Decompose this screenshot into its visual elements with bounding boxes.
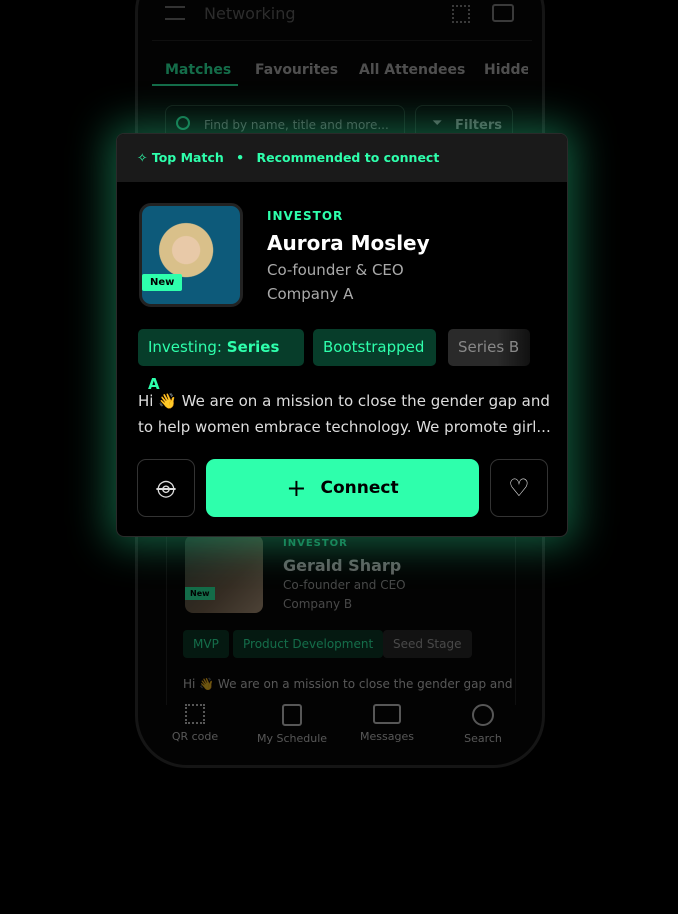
recommended-label: Recommended to connect (256, 150, 440, 165)
connect-button[interactable]: + Connect (206, 459, 479, 517)
card-header: ✧ Top Match • Recommended to connect (117, 134, 567, 182)
messages-icon (373, 704, 401, 724)
attendee-title: Co-founder & CEO (267, 261, 404, 279)
tag: Series B (448, 329, 530, 366)
favourite-button[interactable]: ♡ (490, 459, 548, 517)
plus-icon: + (286, 474, 307, 502)
nav-search[interactable]: Search (443, 700, 523, 745)
nav-qr-code[interactable]: QR code (155, 700, 235, 743)
attendee-name: Aurora Mosley (267, 231, 430, 255)
connect-label: Connect (320, 478, 399, 498)
tab-matches[interactable]: Matches (165, 62, 231, 78)
chat-icon[interactable] (492, 4, 514, 22)
search-icon (472, 704, 494, 726)
nav-label: Search (464, 732, 502, 745)
tab-hidden[interactable]: Hidden (484, 62, 528, 78)
header-title: Networking (204, 4, 296, 23)
tag: Bootstrapped (313, 329, 436, 366)
attendee-company: Company B (283, 597, 353, 611)
attendee-name: Gerald Sharp (283, 556, 402, 575)
role-label: INVESTOR (267, 209, 344, 223)
attendee-title: Co-founder and CEO (283, 578, 406, 592)
divider (152, 40, 532, 41)
tab-underline (152, 84, 238, 86)
top-match-badge: Top Match (151, 150, 224, 165)
menu-icon[interactable] (165, 6, 185, 20)
separator-dot: • (236, 150, 245, 165)
attendee-company: Company A (267, 285, 354, 303)
attendee-bio: Hi 👋 We are on a mission to close the ge… (138, 392, 551, 436)
attendee-bio: Hi 👋 We are on a mission to close the ge… (183, 677, 513, 691)
new-badge: New (142, 274, 183, 291)
filter-icon: ⏷ (432, 116, 443, 131)
hide-button[interactable]: ◎ (137, 459, 195, 517)
role-label: INVESTOR (283, 538, 348, 549)
avatar: New (139, 203, 243, 307)
search-icon (176, 116, 190, 130)
tab-favourites[interactable]: Favourites (255, 62, 338, 78)
calendar-icon (282, 704, 302, 726)
tag: Product Development (233, 630, 384, 658)
eye-off-icon: ◎ (156, 475, 176, 501)
tag: Seed Stage (383, 630, 472, 658)
nav-my-schedule[interactable]: My Schedule (252, 700, 332, 745)
tag: MVP (183, 630, 229, 658)
tag-investing: Investing: Series A (138, 329, 304, 393)
attendee-card[interactable]: New INVESTOR Gerald Sharp Co-founder and… (166, 520, 516, 705)
new-badge: New (185, 587, 215, 600)
qr-code-icon[interactable] (452, 5, 470, 23)
nav-label: QR code (171, 730, 219, 743)
filters-label: Filters (455, 118, 502, 133)
nav-label: My Schedule (256, 732, 328, 745)
nav-label: Messages (360, 730, 414, 743)
tab-all-attendees[interactable]: All Attendees (359, 62, 465, 78)
tag-prefix: Investing: (148, 338, 222, 356)
qr-code-icon (185, 704, 205, 724)
nav-messages[interactable]: Messages (347, 700, 427, 743)
search-placeholder: Find by name, title and more... (204, 118, 389, 132)
top-match-card[interactable]: ✧ Top Match • Recommended to connect New… (116, 133, 568, 537)
heart-icon: ♡ (508, 474, 530, 502)
avatar: New (185, 535, 263, 613)
sparkle-star-icon: ✧ (137, 150, 148, 165)
